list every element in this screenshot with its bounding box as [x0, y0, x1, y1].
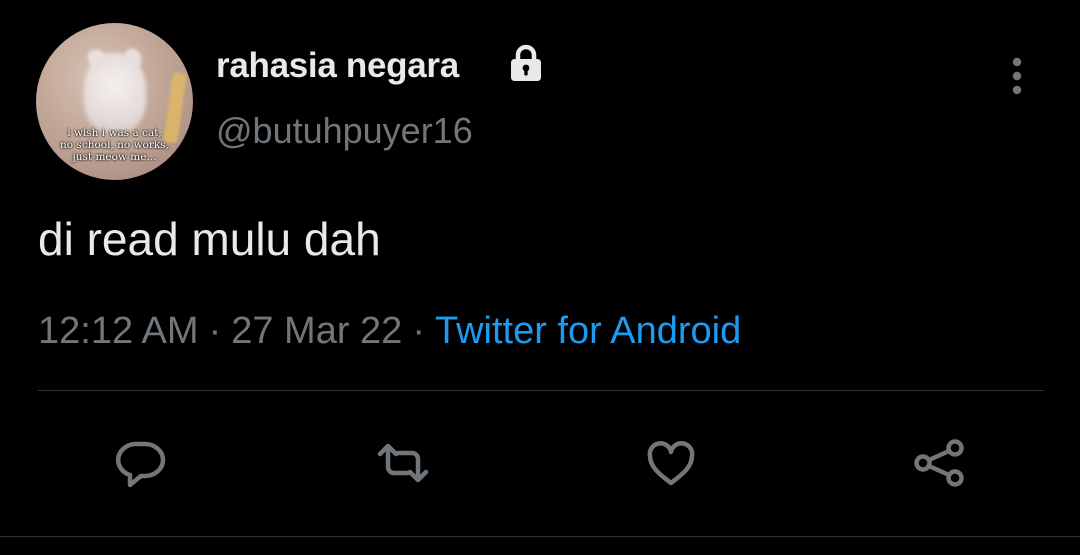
share-icon — [914, 439, 964, 487]
avatar-caption-line: just meow me... — [72, 151, 157, 163]
meta-separator: · — [208, 310, 222, 352]
avatar-caption: i wish i was a cat, no school, no works,… — [36, 127, 193, 163]
tweet-date[interactable]: 27 Mar 22 — [231, 310, 402, 352]
tweet-source-link[interactable]: Twitter for Android — [435, 310, 741, 352]
tweet-meta: 12:12 AM · 27 Mar 22 · Twitter for Android — [38, 310, 741, 353]
lock-icon — [511, 44, 541, 81]
avatar-cat-image — [84, 53, 146, 133]
avatar-caption-line: i wish i was a cat, — [67, 127, 162, 139]
avatar[interactable]: i wish i was a cat, no school, no works,… — [36, 23, 193, 180]
avatar-caption-line: no school, no works, — [60, 139, 169, 151]
like-button[interactable] — [640, 432, 702, 494]
retweet-button[interactable] — [372, 432, 434, 494]
username[interactable]: @butuhpuyer16 — [216, 110, 473, 152]
divider — [0, 536, 1080, 537]
reply-icon — [115, 441, 166, 488]
tweet-time[interactable]: 12:12 AM — [38, 310, 199, 352]
divider — [38, 390, 1044, 391]
display-name[interactable]: rahasia negara — [216, 46, 459, 86]
tweet-text: di read mulu dah — [38, 213, 381, 265]
heart-icon — [647, 441, 695, 486]
tweet-detail: i wish i was a cat, no school, no works,… — [0, 0, 1080, 555]
more-vertical-icon[interactable] — [1002, 56, 1032, 96]
share-button[interactable] — [908, 432, 970, 494]
retweet-icon — [377, 443, 429, 483]
meta-separator: · — [412, 310, 425, 352]
reply-button[interactable] — [109, 432, 171, 494]
